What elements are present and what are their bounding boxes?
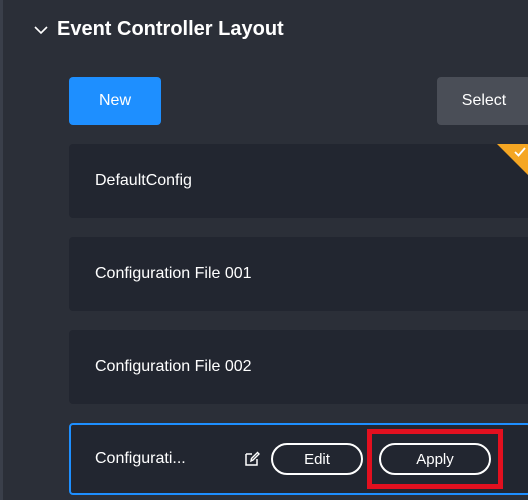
- edit-icon[interactable]: [243, 450, 261, 468]
- config-name: DefaultConfig: [95, 172, 192, 189]
- config-name: Configuration File 002: [95, 358, 252, 375]
- apply-button[interactable]: Apply: [379, 443, 491, 475]
- config-card-default[interactable]: DefaultConfig: [69, 144, 528, 218]
- config-card-001[interactable]: Configuration File 001: [69, 237, 528, 311]
- edit-button[interactable]: Edit: [271, 443, 363, 475]
- config-name: Configurati...: [95, 450, 186, 467]
- config-name: Configuration File 001: [95, 265, 252, 282]
- section-header[interactable]: Event Controller Layout: [33, 18, 284, 41]
- apply-highlight-box: Apply: [367, 429, 503, 489]
- config-card-002[interactable]: Configuration File 002: [69, 330, 528, 404]
- checkmark-icon: [514, 147, 526, 157]
- select-button[interactable]: Select: [437, 77, 528, 125]
- chevron-down-icon: [34, 25, 48, 34]
- event-controller-panel: Event Controller Layout New Select Defau…: [0, 0, 528, 500]
- config-card-selected[interactable]: Configurati... Edit Apply: [69, 423, 528, 495]
- new-button[interactable]: New: [69, 77, 161, 125]
- section-title: Event Controller Layout: [57, 18, 284, 40]
